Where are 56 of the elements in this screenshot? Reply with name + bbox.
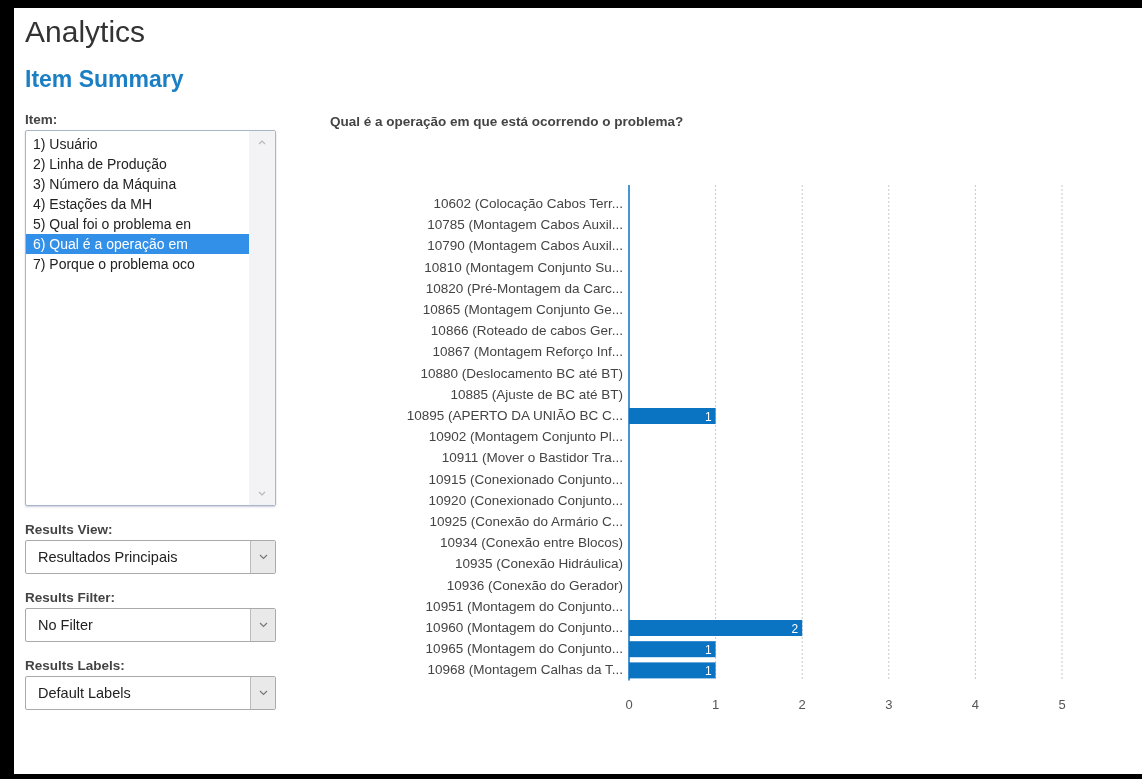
- dropdown[interactable]: Resultados Principais: [25, 540, 276, 574]
- axis-label: 10785 (Montagem Cabos Auxil...: [427, 217, 623, 233]
- axis-label: 10935 (Conexão Hidráulica): [454, 556, 623, 572]
- field-label: Item:: [25, 112, 59, 127]
- scroll-up-icon[interactable]: [258, 140, 266, 145]
- caret-icon: [258, 554, 268, 560]
- axis-label: 10790 (Montagem Cabos Auxil...: [427, 238, 623, 254]
- list-item[interactable]: 4) Estações da MH: [26, 194, 249, 214]
- field-label: Results Labels:: [25, 658, 126, 673]
- tick-label: 2: [798, 696, 806, 712]
- list-item[interactable]: 5) Qual foi o problema en: [26, 214, 249, 234]
- axis-label: 10934 (Conexão entre Blocos): [439, 535, 623, 551]
- axis-label: 10968 (Montagem Calhas da T...: [427, 662, 623, 678]
- list-item[interactable]: 1) Usuário: [26, 134, 249, 154]
- list-item[interactable]: 3) Número da Máquina: [26, 174, 249, 194]
- axis-label: 10885 (Ajuste de BC até BT): [450, 386, 623, 402]
- item-listbox[interactable]: 1) Usuário 2) Linha de Produção 3) Número da Máquina 4) Estações da MH 5) Qual foi o problema en 6) Qual é a operação em 7) Porque o problema oco: [25, 130, 276, 506]
- dropdown[interactable]: No Filter: [25, 608, 276, 642]
- list-item[interactable]: 7) Porque o problema oco: [26, 254, 249, 274]
- axis-label: 10602 (Colocação Cabos Terr...: [433, 196, 623, 211]
- tick-label: 0: [625, 696, 633, 712]
- axis-label: 10911 (Mover o Bastidor Tra...: [441, 450, 623, 466]
- page-title: Analytics: [25, 14, 147, 50]
- caret-icon: [258, 622, 268, 628]
- axis-label: 10951 (Montagem do Conjunto...: [425, 598, 623, 614]
- axis-label: 10960 (Montagem do Conjunto...: [425, 620, 623, 635]
- tick-label: 4: [971, 696, 979, 712]
- field-label: Results View:: [25, 522, 114, 537]
- data-label: 2: [791, 621, 799, 636]
- axis-label: 10866 (Roteado de cabos Ger...: [430, 323, 623, 339]
- data-label: 1: [704, 409, 712, 424]
- list-item[interactable]: 2) Linha de Produção: [26, 154, 249, 174]
- field-label: Results Filter:: [25, 590, 117, 605]
- axis-label: 10920 (Conexionado Conjunto...: [428, 492, 623, 508]
- data-label: 1: [704, 642, 712, 657]
- axis-label: 10820 (Pré-Montagem da Carc...: [425, 280, 623, 296]
- axis-label: 10867 (Montagem Reforço Inf...: [432, 344, 623, 360]
- axis-label: 10915 (Conexionado Conjunto...: [428, 471, 623, 487]
- dropdown[interactable]: Default Labels: [25, 676, 276, 710]
- data-label: 1: [704, 663, 712, 678]
- axis-label: 10810 (Montagem Conjunto Su...: [424, 259, 623, 275]
- caret-icon: [258, 690, 268, 696]
- scrollbar[interactable]: [249, 131, 275, 505]
- section-title: Item Summary: [25, 65, 185, 94]
- tick-label: 1: [712, 696, 720, 712]
- scroll-down-icon[interactable]: [258, 491, 266, 496]
- tick-label: 5: [1058, 696, 1066, 712]
- axis-label: 10865 (Montagem Conjunto Ge...: [422, 302, 623, 317]
- axis-label: 10902 (Montagem Conjunto Pl...: [428, 429, 623, 445]
- axis-label: 10895 (APERTO DA UNIÃO BC C...: [406, 408, 623, 423]
- axis-label: 10925 (Conexão do Armário C...: [429, 514, 623, 529]
- axis-label: 10880 (Deslocamento BC até BT): [420, 365, 623, 381]
- tick-label: 3: [885, 696, 893, 712]
- axis-label: 10936 (Conexão do Gerador): [446, 577, 623, 593]
- axis-label: 10965 (Montagem do Conjunto...: [425, 641, 623, 657]
- chart-title: Qual é a operação em que está ocorrendo o problema?: [330, 114, 685, 129]
